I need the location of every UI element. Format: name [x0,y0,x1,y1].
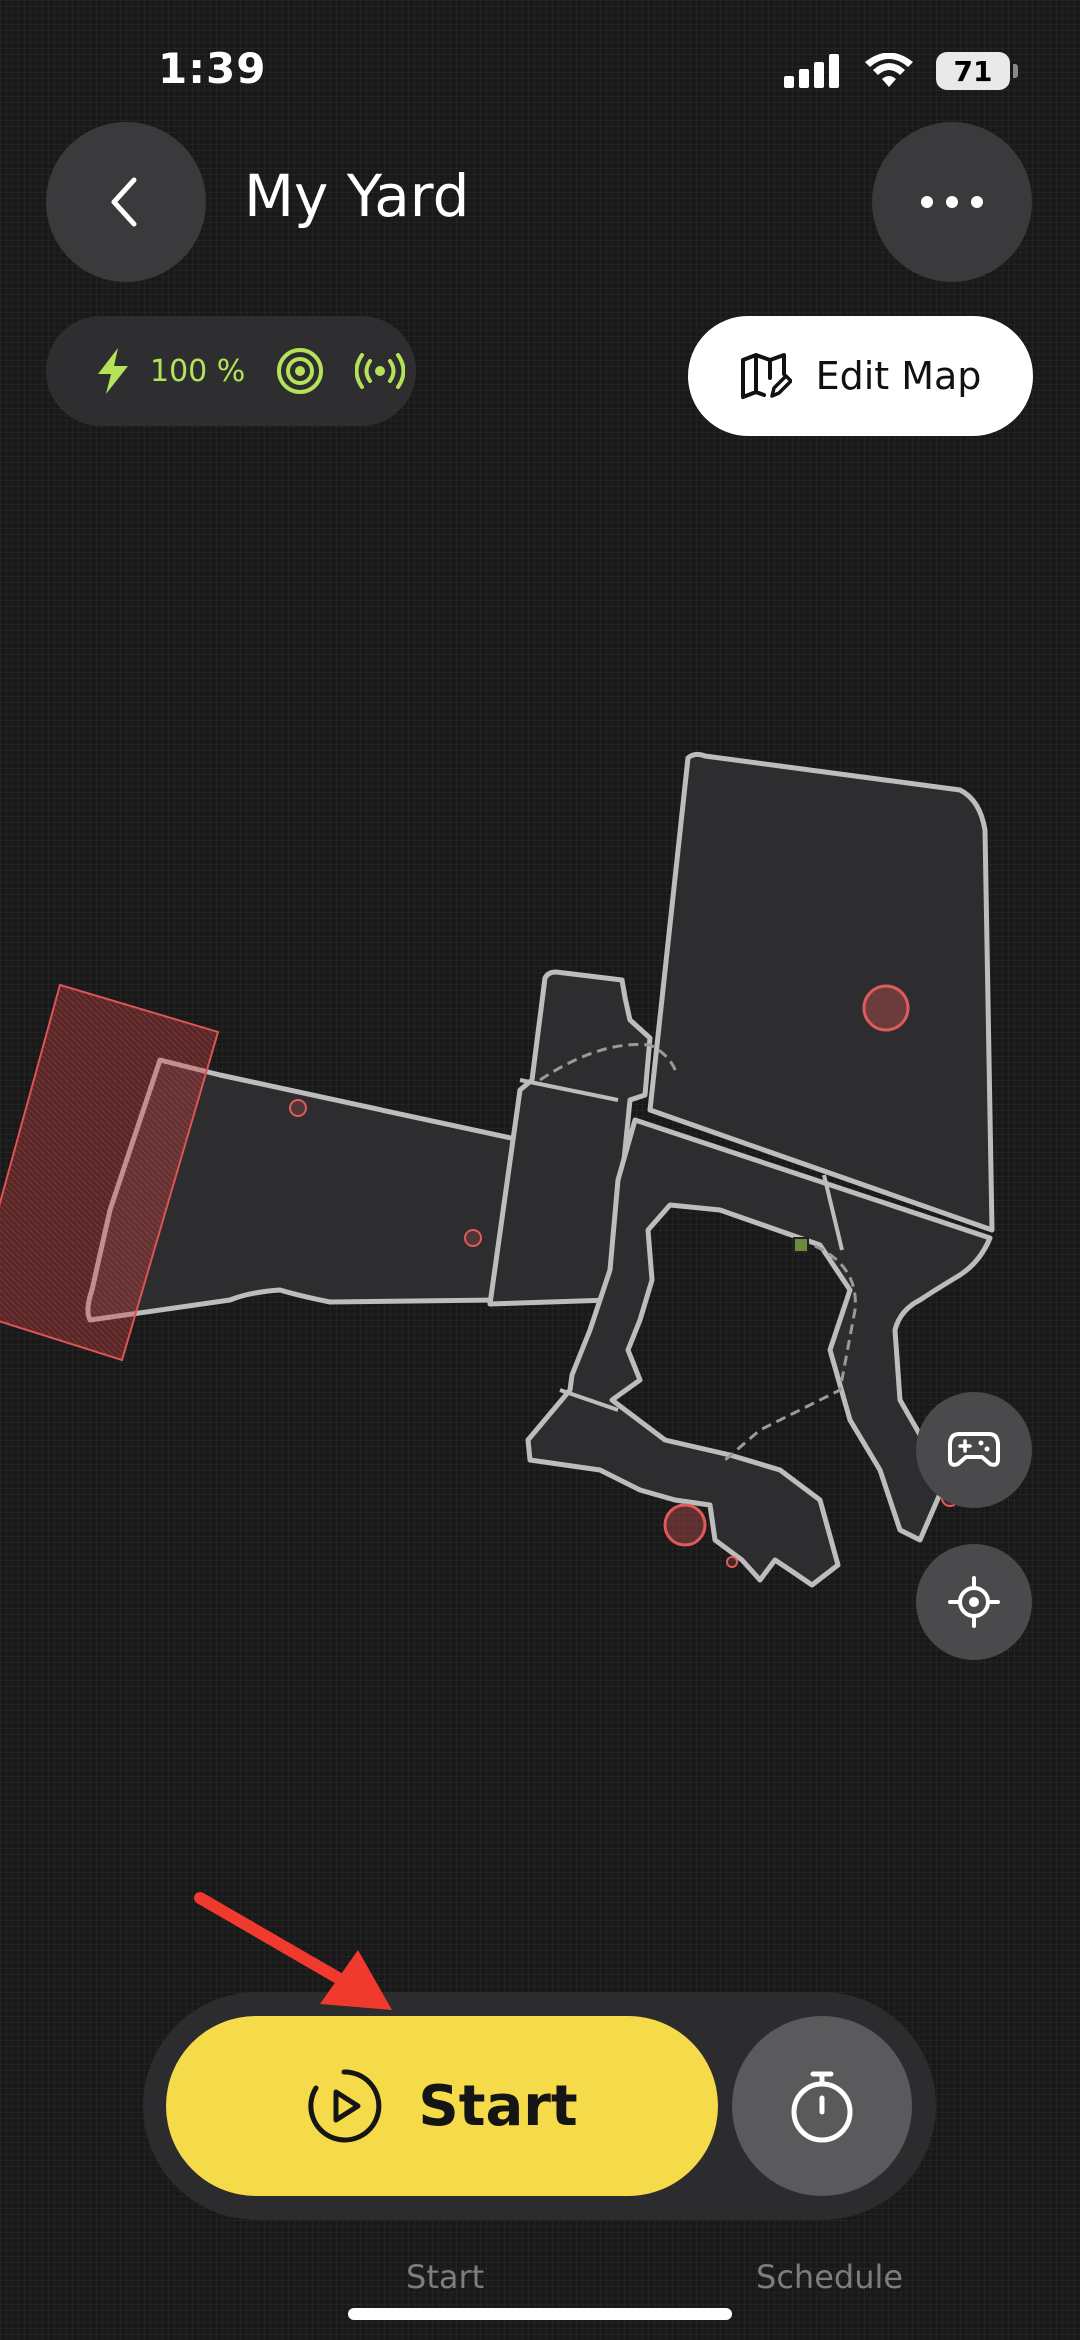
back-chevron-icon [111,177,137,227]
battery-level: 71 [953,54,993,88]
tab-start[interactable]: Start [406,2258,484,2296]
rtk-signal-icon [277,348,324,394]
yard-map[interactable] [0,700,1080,1680]
edit-map-label: Edit Map [815,354,982,398]
locate-button[interactable] [916,1544,1032,1660]
stopwatch-icon [791,2071,853,2143]
more-dots-icon [921,196,983,208]
wireless-signal-icon [355,353,406,389]
lightning-icon [98,348,128,394]
gamepad-icon [948,1432,1000,1467]
back-button[interactable] [46,122,206,282]
battery-percent: 100 % [150,353,246,389]
edit-map-button[interactable]: Edit Map [688,316,1033,436]
mower-marker [793,1237,809,1253]
annotation-arrow [194,1892,392,2010]
tab-schedule[interactable]: Schedule [756,2258,903,2296]
status-time: 1:39 [158,44,267,93]
cellular-signal-icon [784,54,839,88]
play-circle-icon [308,2069,382,2143]
wifi-icon [865,53,913,87]
start-button-label: Start [418,2073,578,2139]
home-indicator[interactable] [348,2308,732,2320]
more-options-button[interactable] [872,122,1032,282]
remote-control-button[interactable] [916,1392,1032,1508]
battery-indicator: 71 [936,52,1018,90]
locate-icon [948,1576,1000,1628]
page-title: My Yard [244,162,470,230]
mowing-zones [85,751,995,1588]
map-edit-icon [740,353,792,399]
mower-status-chip: 100 % [46,316,416,426]
start-button[interactable]: Start [166,2016,718,2196]
status-icons: 71 [784,52,1018,90]
schedule-button[interactable] [732,2016,912,2196]
